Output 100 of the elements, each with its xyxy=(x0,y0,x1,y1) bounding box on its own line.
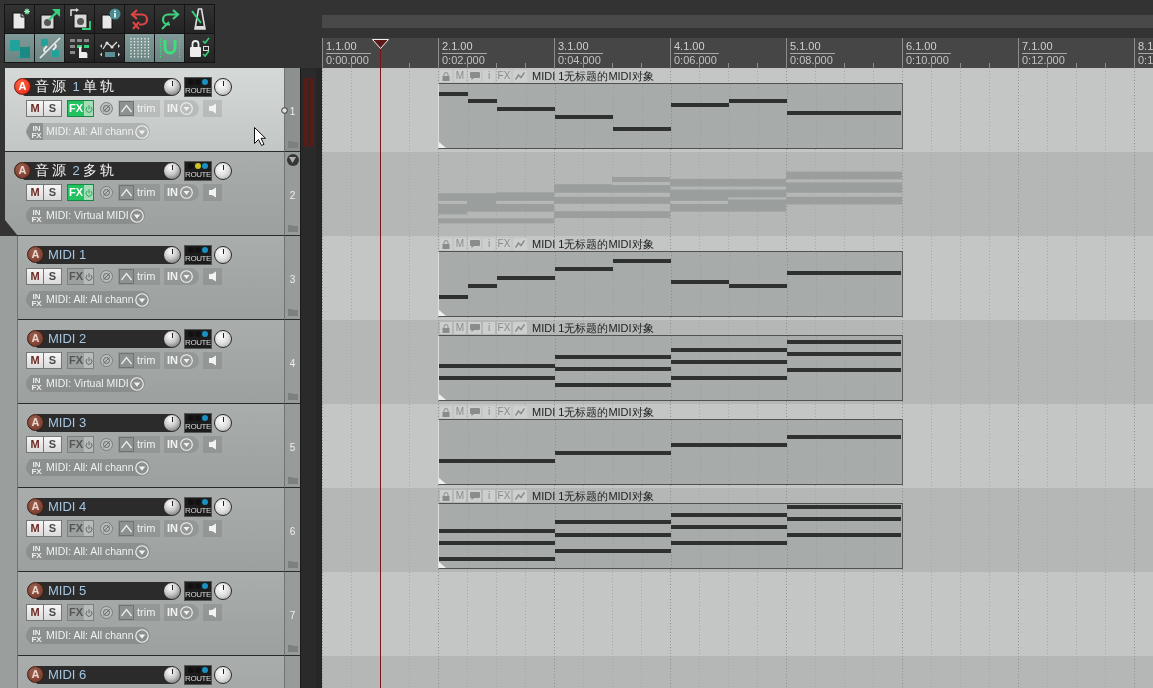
fx-button[interactable]: FX xyxy=(67,352,94,369)
track-number-strip[interactable]: 7 xyxy=(284,572,300,656)
input-fx-button[interactable]: IN FX xyxy=(26,375,43,392)
input-button[interactable]: IN xyxy=(164,352,199,369)
redo-button[interactable] xyxy=(155,5,184,33)
pan-knob[interactable] xyxy=(214,497,232,516)
volume-knob[interactable] xyxy=(163,161,181,180)
mute-button[interactable]: M xyxy=(26,184,44,201)
phase-button[interactable] xyxy=(100,186,113,199)
volume-knob[interactable] xyxy=(163,329,181,348)
mute-button[interactable]: M xyxy=(26,436,44,453)
item-fx-button[interactable]: FX xyxy=(497,322,511,334)
input-fx-button[interactable]: IN FX xyxy=(26,459,43,476)
lock-icon[interactable] xyxy=(440,238,452,250)
fade-handle-icon[interactable] xyxy=(439,394,446,400)
input-fx-button[interactable]: IN FX xyxy=(26,207,43,224)
route-button[interactable]: ROUTE xyxy=(184,244,212,265)
pan-knob[interactable] xyxy=(214,581,232,600)
input-button[interactable]: IN xyxy=(164,184,199,201)
lock-icon[interactable] xyxy=(440,322,452,334)
timeline-ruler[interactable]: 1.1.00 0:00.000 2.1.00 0:02.000 3.1.00 0:04.000 4.1.00 0:06.000 5.1.00 0:08.000 6.1.00 0:10.000 7.1.00 0:12.000 8.1 0:1 xyxy=(322,38,1153,68)
solo-button[interactable]: S xyxy=(43,268,62,285)
comment-icon[interactable] xyxy=(468,322,481,334)
lock-icon[interactable] xyxy=(440,490,452,502)
pan-knob[interactable] xyxy=(214,665,232,684)
envelope-button[interactable]: trim xyxy=(118,352,160,369)
envelope-icon[interactable] xyxy=(513,322,527,334)
item-fx-button[interactable]: FX xyxy=(497,406,511,418)
volume-knob[interactable] xyxy=(163,497,181,516)
pan-knob[interactable] xyxy=(214,245,232,264)
pan-knob[interactable] xyxy=(214,161,232,180)
envelope-button[interactable]: trim xyxy=(118,520,160,537)
track-number-strip[interactable]: 6 xyxy=(284,488,300,572)
solo-button[interactable]: S xyxy=(43,100,62,117)
input-fx-button[interactable]: IN FX xyxy=(26,291,43,308)
midi-item[interactable] xyxy=(438,503,903,569)
lock-icon[interactable] xyxy=(440,406,452,418)
track-number-strip[interactable]: 4 xyxy=(284,320,300,404)
mute-button[interactable]: M xyxy=(26,520,44,537)
pan-knob[interactable] xyxy=(214,413,232,432)
phase-button[interactable] xyxy=(100,606,113,619)
volume-knob[interactable] xyxy=(163,413,181,432)
volume-knob[interactable] xyxy=(163,245,181,264)
input-fx-button[interactable]: IN FX xyxy=(26,123,43,140)
comment-icon[interactable] xyxy=(468,238,481,250)
envelope-icon[interactable] xyxy=(513,70,527,82)
open-project-button[interactable] xyxy=(35,5,64,33)
new-project-button[interactable] xyxy=(5,5,34,33)
route-button[interactable]: ROUTE xyxy=(184,496,212,517)
route-button[interactable]: ROUTE xyxy=(184,328,212,349)
fx-button[interactable]: FX xyxy=(67,436,94,453)
envelope-icon[interactable] xyxy=(513,406,527,418)
item-mute-button[interactable]: M xyxy=(454,406,466,418)
route-button[interactable]: ROUTE xyxy=(184,76,212,97)
envelope-button[interactable]: trim xyxy=(118,184,160,201)
midi-item[interactable] xyxy=(438,335,903,401)
phase-button[interactable] xyxy=(100,354,113,367)
mute-button[interactable]: M xyxy=(26,352,44,369)
route-button[interactable]: ROUTE xyxy=(184,412,212,433)
midi-item[interactable] xyxy=(438,83,903,149)
envelope-button[interactable]: trim xyxy=(118,100,160,117)
fade-handle-icon[interactable] xyxy=(439,142,446,148)
solo-button[interactable]: S xyxy=(43,604,62,621)
fade-handle-icon[interactable] xyxy=(439,478,446,484)
solo-button[interactable]: S xyxy=(43,436,62,453)
mute-button[interactable]: M xyxy=(26,100,44,117)
fx-button[interactable]: FX xyxy=(67,100,94,117)
phase-button[interactable] xyxy=(100,438,113,451)
track-header[interactable]: A MIDI 6 ROUTE xyxy=(18,656,284,688)
solo-button[interactable]: S xyxy=(43,184,62,201)
envelope-button[interactable]: trim xyxy=(118,604,160,621)
item-fx-button[interactable]: FX xyxy=(497,70,511,82)
fx-button[interactable]: FX xyxy=(67,184,94,201)
comment-icon[interactable] xyxy=(468,70,481,82)
phase-button[interactable] xyxy=(100,102,113,115)
fx-button[interactable]: FX xyxy=(67,520,94,537)
track-number-strip[interactable]: 3 xyxy=(284,236,300,320)
envelope-icon[interactable] xyxy=(513,490,527,502)
envelope-button[interactable]: trim xyxy=(118,436,160,453)
solo-button[interactable]: S xyxy=(43,520,62,537)
item-mute-button[interactable]: M xyxy=(454,70,466,82)
item-fx-button[interactable]: FX xyxy=(497,238,511,250)
envelope-points-button[interactable] xyxy=(95,34,124,62)
lock-icon[interactable] xyxy=(440,70,452,82)
pan-knob[interactable] xyxy=(214,77,232,96)
input-button[interactable]: IN xyxy=(164,100,199,117)
input-fx-button[interactable]: IN FX xyxy=(26,627,43,644)
input-button[interactable]: IN xyxy=(164,520,199,537)
route-button[interactable]: ROUTE xyxy=(184,580,212,601)
item-mute-button[interactable]: M xyxy=(454,238,466,250)
input-button[interactable]: IN xyxy=(164,268,199,285)
item-fx-button[interactable]: FX xyxy=(497,490,511,502)
phase-button[interactable] xyxy=(100,522,113,535)
save-project-button[interactable] xyxy=(65,5,94,33)
item-mute-button[interactable]: M xyxy=(454,490,466,502)
volume-knob[interactable] xyxy=(163,581,181,600)
midi-item[interactable] xyxy=(438,251,903,317)
edit-cursor[interactable] xyxy=(372,39,389,688)
volume-knob[interactable] xyxy=(163,77,181,96)
envelope-icon[interactable] xyxy=(513,238,527,250)
